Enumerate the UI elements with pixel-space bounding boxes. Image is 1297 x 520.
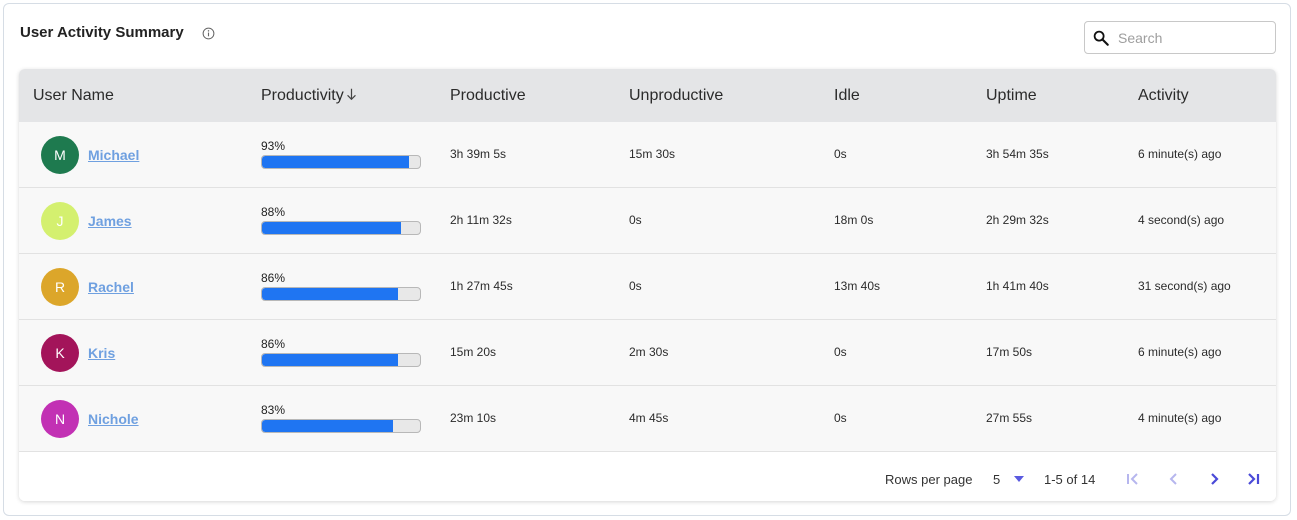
avatar: M	[41, 136, 79, 174]
cell-idle: 13m 40s	[834, 279, 881, 293]
cell-productive: 3h 39m 5s	[450, 147, 507, 161]
chevron-right-icon	[1211, 473, 1219, 485]
avatar: N	[41, 400, 79, 438]
user-name-link[interactable]: James	[88, 213, 132, 229]
cell-activity: 31 second(s) ago	[1138, 279, 1231, 293]
cell-unproductive: 2m 30s	[629, 345, 669, 359]
user-name-link[interactable]: Rachel	[88, 279, 134, 295]
cell-idle: 0s	[834, 345, 847, 359]
column-header-productivity[interactable]: Productivity	[261, 87, 358, 105]
table-row[interactable]: K Kris 86% 15m 20s 2m 30s 0s 17m 50s 6 minute(s…	[19, 320, 1276, 386]
user-name-link[interactable]: Nichole	[88, 411, 139, 427]
activity-table: User Name Productivity Productive Unprod…	[19, 69, 1276, 501]
cell-idle: 0s	[834, 147, 847, 161]
avatar: R	[41, 268, 79, 306]
rows-per-page-label: Rows per page	[885, 472, 973, 487]
cell-productive: 1h 27m 45s	[450, 279, 513, 293]
productivity-bar	[261, 287, 421, 301]
cell-unproductive: 0s	[629, 279, 642, 293]
arrow-down-icon[interactable]	[345, 87, 358, 101]
cell-productive: 2h 11m 32s	[450, 213, 512, 227]
cell-activity: 6 minute(s) ago	[1138, 345, 1222, 359]
column-header-unproductive[interactable]: Unproductive	[629, 87, 723, 105]
pagination-footer: Rows per page 5 1-5 of 14	[19, 453, 1276, 501]
user-name-link[interactable]: Kris	[88, 345, 115, 361]
column-header-idle[interactable]: Idle	[834, 87, 860, 105]
cell-activity: 4 minute(s) ago	[1138, 411, 1222, 425]
productivity-bar-fill	[262, 354, 398, 366]
productivity-bar	[261, 155, 421, 169]
table-row[interactable]: R Rachel 86% 1h 27m 45s 0s 13m 40s 1h 41m 40s 3…	[19, 254, 1276, 320]
cell-uptime: 17m 50s	[986, 345, 1033, 359]
search-input[interactable]	[1118, 23, 1268, 52]
cell-idle: 0s	[834, 411, 847, 425]
caret-down-icon	[1014, 476, 1024, 482]
productivity-percent: 86%	[261, 337, 286, 351]
productivity-bar-fill	[262, 222, 402, 234]
last-page-button[interactable]	[1241, 467, 1265, 491]
table-row[interactable]: J James 88% 2h 11m 32s 0s 18m 0s 2h 29m 32s 4 s…	[19, 188, 1276, 254]
user-name-link[interactable]: Michael	[88, 147, 139, 163]
cell-unproductive: 0s	[629, 213, 642, 227]
cell-uptime: 2h 29m 32s	[986, 213, 1049, 227]
rows-per-page-value: 5	[993, 472, 1001, 487]
rows-per-page-select[interactable]: 5	[993, 470, 1029, 490]
avatar: K	[41, 334, 79, 372]
info-icon[interactable]	[202, 27, 215, 40]
productivity-bar-fill	[262, 156, 409, 168]
column-header-uptime[interactable]: Uptime	[986, 87, 1037, 105]
cell-activity: 4 second(s) ago	[1138, 213, 1225, 227]
avatar: J	[41, 202, 79, 240]
user-activity-card: User Activity Summary User Name Producti…	[3, 3, 1291, 516]
cell-uptime: 3h 54m 35s	[986, 147, 1049, 161]
column-header-user-name[interactable]: User Name	[33, 87, 114, 105]
productivity-percent: 86%	[261, 271, 286, 285]
productivity-percent: 83%	[261, 403, 286, 417]
page-range: 1-5 of 14	[1044, 472, 1096, 487]
cell-unproductive: 15m 30s	[629, 147, 676, 161]
productivity-bar-fill	[262, 288, 398, 300]
search-icon	[1093, 30, 1109, 46]
column-header-activity[interactable]: Activity	[1138, 87, 1189, 105]
table-row[interactable]: N Nichole 83% 23m 10s 4m 45s 0s 27m 55s 4 minut…	[19, 386, 1276, 452]
productivity-bar-fill	[262, 420, 394, 432]
cell-productive: 23m 10s	[450, 411, 497, 425]
first-page-button[interactable]	[1121, 467, 1145, 491]
first-page-icon	[1127, 473, 1138, 485]
column-header-productivity-label: Productivity	[261, 87, 344, 104]
chevron-left-icon	[1169, 473, 1177, 485]
cell-uptime: 27m 55s	[986, 411, 1033, 425]
productivity-percent: 93%	[261, 139, 286, 153]
productivity-percent: 88%	[261, 205, 286, 219]
cell-productive: 15m 20s	[450, 345, 497, 359]
cell-activity: 6 minute(s) ago	[1138, 147, 1222, 161]
productivity-bar	[261, 419, 421, 433]
cell-unproductive: 4m 45s	[629, 411, 669, 425]
column-header-productive[interactable]: Productive	[450, 87, 526, 105]
previous-page-button[interactable]	[1162, 467, 1186, 491]
cell-uptime: 1h 41m 40s	[986, 279, 1049, 293]
productivity-bar	[261, 353, 421, 367]
next-page-button[interactable]	[1202, 467, 1226, 491]
table-row[interactable]: M Michael 93% 3h 39m 5s 15m 30s 0s 3h 54m 35s 6…	[19, 122, 1276, 188]
last-page-icon	[1248, 473, 1260, 485]
search-box[interactable]	[1084, 21, 1276, 54]
cell-idle: 18m 0s	[834, 213, 874, 227]
productivity-bar	[261, 221, 421, 235]
card-title: User Activity Summary	[20, 24, 184, 41]
table-header: User Name Productivity Productive Unprod…	[19, 69, 1276, 122]
